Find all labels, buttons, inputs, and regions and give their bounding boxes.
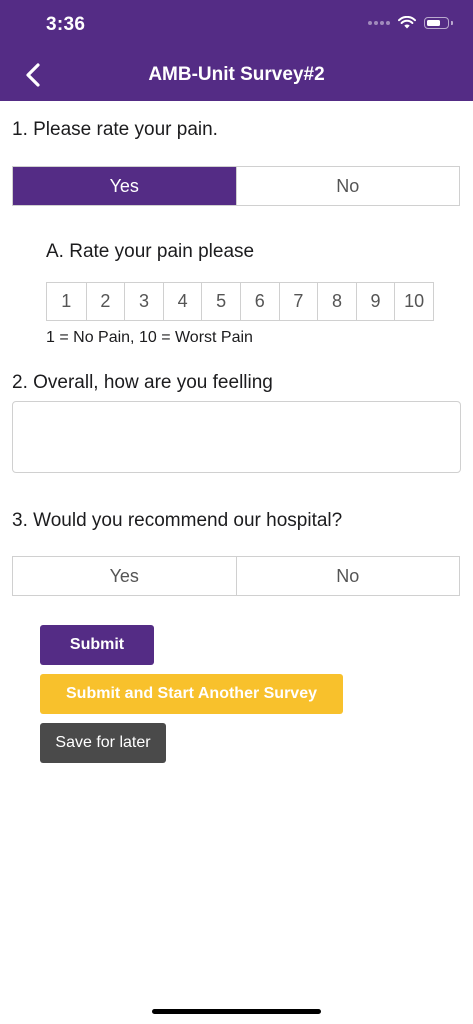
pain-rating-option[interactable]: 10	[394, 283, 433, 320]
pain-rating-scale: 1 2 3 4 5 6 7 8 9 10	[46, 282, 434, 321]
question-3-label: 3. Would you recommend our hospital?	[12, 510, 343, 531]
question-2-label: 2. Overall, how are you feelling	[12, 372, 273, 393]
pain-rating-option[interactable]: 2	[85, 283, 125, 320]
status-time: 3:36	[46, 14, 86, 35]
feeling-text-area[interactable]	[12, 401, 461, 473]
pain-rating-option[interactable]: 7	[278, 283, 318, 320]
pain-scale-legend: 1 = No Pain, 10 = Worst Pain	[46, 329, 253, 346]
question-3-no-button[interactable]: No	[235, 557, 459, 595]
battery-icon	[424, 16, 453, 29]
question-1-segmented-control: Yes No	[12, 166, 460, 206]
question-3-segmented-control: Yes No	[12, 556, 460, 596]
pain-rating-option[interactable]: 5	[201, 283, 240, 320]
question-1-label: 1. Please rate your pain.	[12, 119, 218, 140]
save-for-later-button[interactable]: Save for later	[40, 723, 166, 763]
pain-rating-option[interactable]: 9	[355, 283, 395, 320]
question-1-yes-button[interactable]: Yes	[13, 167, 236, 205]
pain-rating-option[interactable]: 4	[162, 283, 202, 320]
submit-button[interactable]: Submit	[40, 625, 154, 665]
submit-and-start-another-button[interactable]: Submit and Start Another Survey	[40, 674, 343, 714]
question-1-no-button[interactable]: No	[235, 167, 459, 205]
navigation-header: 3:36 AMB-Unit Survey#2	[0, 0, 473, 101]
home-indicator	[152, 1009, 321, 1014]
pain-rating-option[interactable]: 3	[124, 283, 163, 320]
wifi-icon	[398, 16, 416, 29]
pain-rating-option[interactable]: 6	[239, 283, 279, 320]
cellular-signal-icon	[368, 20, 390, 25]
pain-rating-option[interactable]: 1	[47, 283, 86, 320]
status-icons	[368, 16, 453, 29]
question-3-yes-button[interactable]: Yes	[13, 557, 236, 595]
question-1a-label: A. Rate your pain please	[46, 241, 255, 262]
page-title: AMB-Unit Survey#2	[148, 64, 325, 85]
pain-rating-option[interactable]: 8	[317, 283, 356, 320]
